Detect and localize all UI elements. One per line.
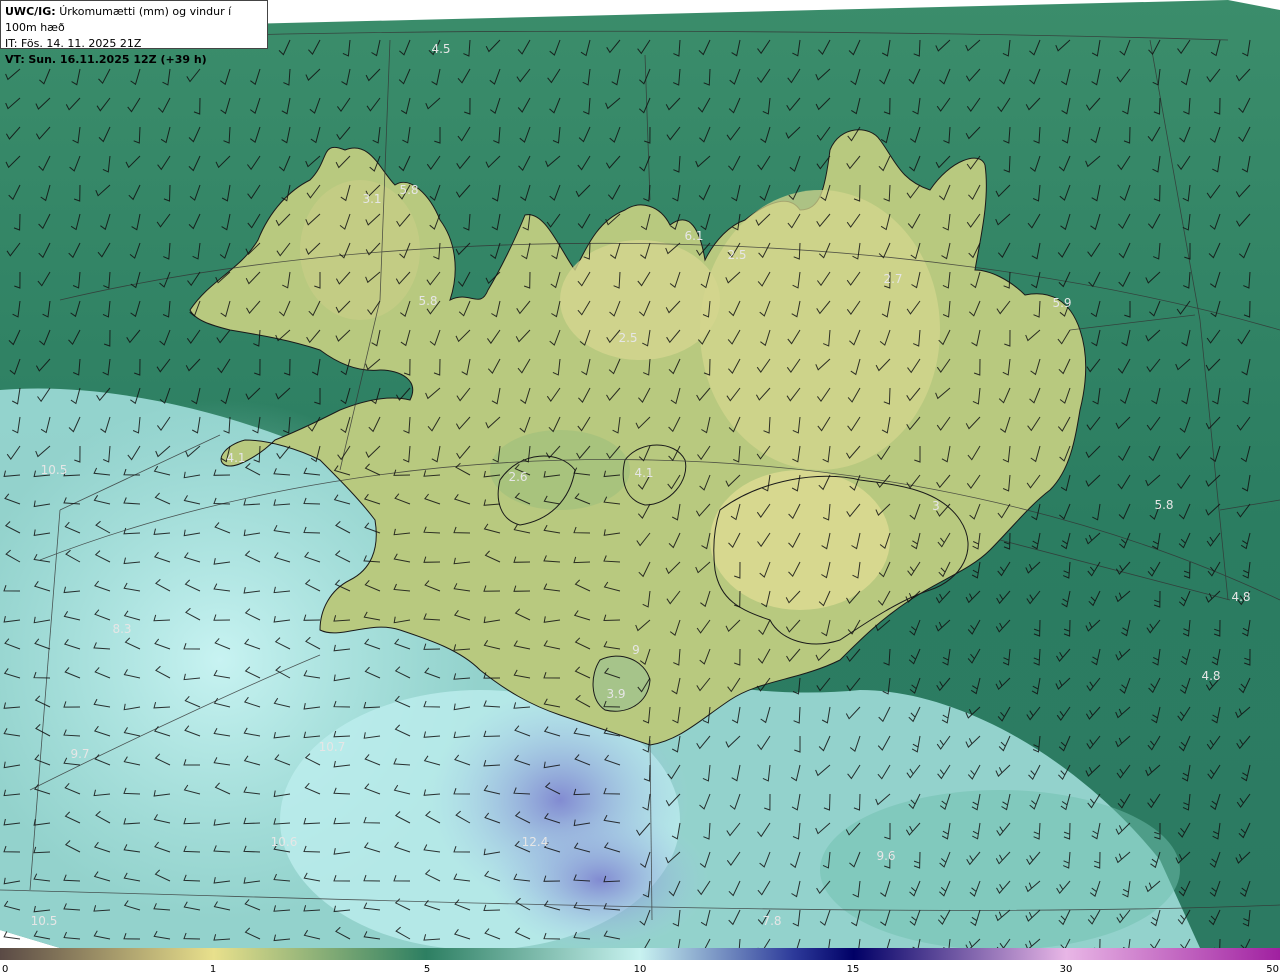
value-label: 9.7 bbox=[70, 747, 89, 761]
vt-label: VT: bbox=[5, 53, 25, 66]
value-label: 3.9 bbox=[606, 687, 625, 701]
value-label: 10.7 bbox=[319, 740, 346, 754]
value-label: 4.5 bbox=[431, 42, 450, 56]
product-id: UWC/IG: bbox=[5, 5, 56, 18]
value-label: 4.1 bbox=[226, 451, 245, 465]
value-label: 4.8 bbox=[1231, 590, 1250, 604]
value-label: 3.1 bbox=[362, 192, 381, 206]
value-label: 2.5 bbox=[618, 331, 637, 345]
value-label: 5.9 bbox=[1052, 296, 1071, 310]
it-label: IT: bbox=[5, 37, 18, 50]
scale-tick-30: 30 bbox=[1059, 964, 1073, 975]
it-row: IT: Fös. 14. 11. 2025 21Z bbox=[5, 36, 263, 52]
scale-tick-10: 10 bbox=[633, 964, 647, 975]
value-label: 3 bbox=[932, 499, 940, 513]
scale-tick-15: 15 bbox=[846, 964, 860, 975]
scale-tick-5: 5 bbox=[423, 964, 431, 975]
color-scale-bar bbox=[0, 948, 1280, 960]
title-row: UWC/IG: Úrkomumætti (mm) og vindur í 100… bbox=[5, 4, 263, 36]
value-label: 8.3 bbox=[112, 622, 131, 636]
map-info-box: UWC/IG: Úrkomumætti (mm) og vindur í 100… bbox=[0, 0, 268, 66]
value-label: 2.6 bbox=[508, 470, 527, 484]
vt-value: Sun. 16.11.2025 12Z (+39 h) bbox=[28, 53, 207, 66]
value-label: 2.5 bbox=[727, 248, 746, 262]
value-label: 2.7 bbox=[883, 272, 902, 286]
value-label: 12.4 bbox=[522, 835, 549, 849]
value-label: 9 bbox=[632, 643, 640, 657]
value-label: 5.8 bbox=[1154, 498, 1173, 512]
scale-tick-1: 1 bbox=[209, 964, 217, 975]
scale-tick-50: 50 bbox=[1266, 964, 1279, 975]
value-label: 5.8 bbox=[399, 183, 418, 197]
value-label: 4.1 bbox=[634, 466, 653, 480]
value-label: 10.6 bbox=[271, 835, 298, 849]
value-label: 9.6 bbox=[876, 849, 895, 863]
color-scale: 0 1 5 10 15 30 50 bbox=[0, 948, 1280, 978]
value-label: 4.8 bbox=[1201, 669, 1220, 683]
scale-tick-0: 0 bbox=[2, 964, 9, 975]
value-label: 10.5 bbox=[31, 914, 58, 928]
value-label: 10.5 bbox=[41, 463, 68, 477]
value-label: 6.1 bbox=[684, 229, 703, 243]
vt-row: VT: Sun. 16.11.2025 12Z (+39 h) bbox=[5, 52, 263, 68]
value-label: 7.8 bbox=[762, 914, 781, 928]
precipitation-wind-map: 4.5 5.8 3.1 5.8 6.1 2.5 2.7 5.9 2.5 4.1 10.5 2.6 4.1… bbox=[0, 0, 1280, 948]
it-value: Fös. 14. 11. 2025 21Z bbox=[20, 37, 142, 50]
value-label: 5.8 bbox=[418, 294, 437, 308]
